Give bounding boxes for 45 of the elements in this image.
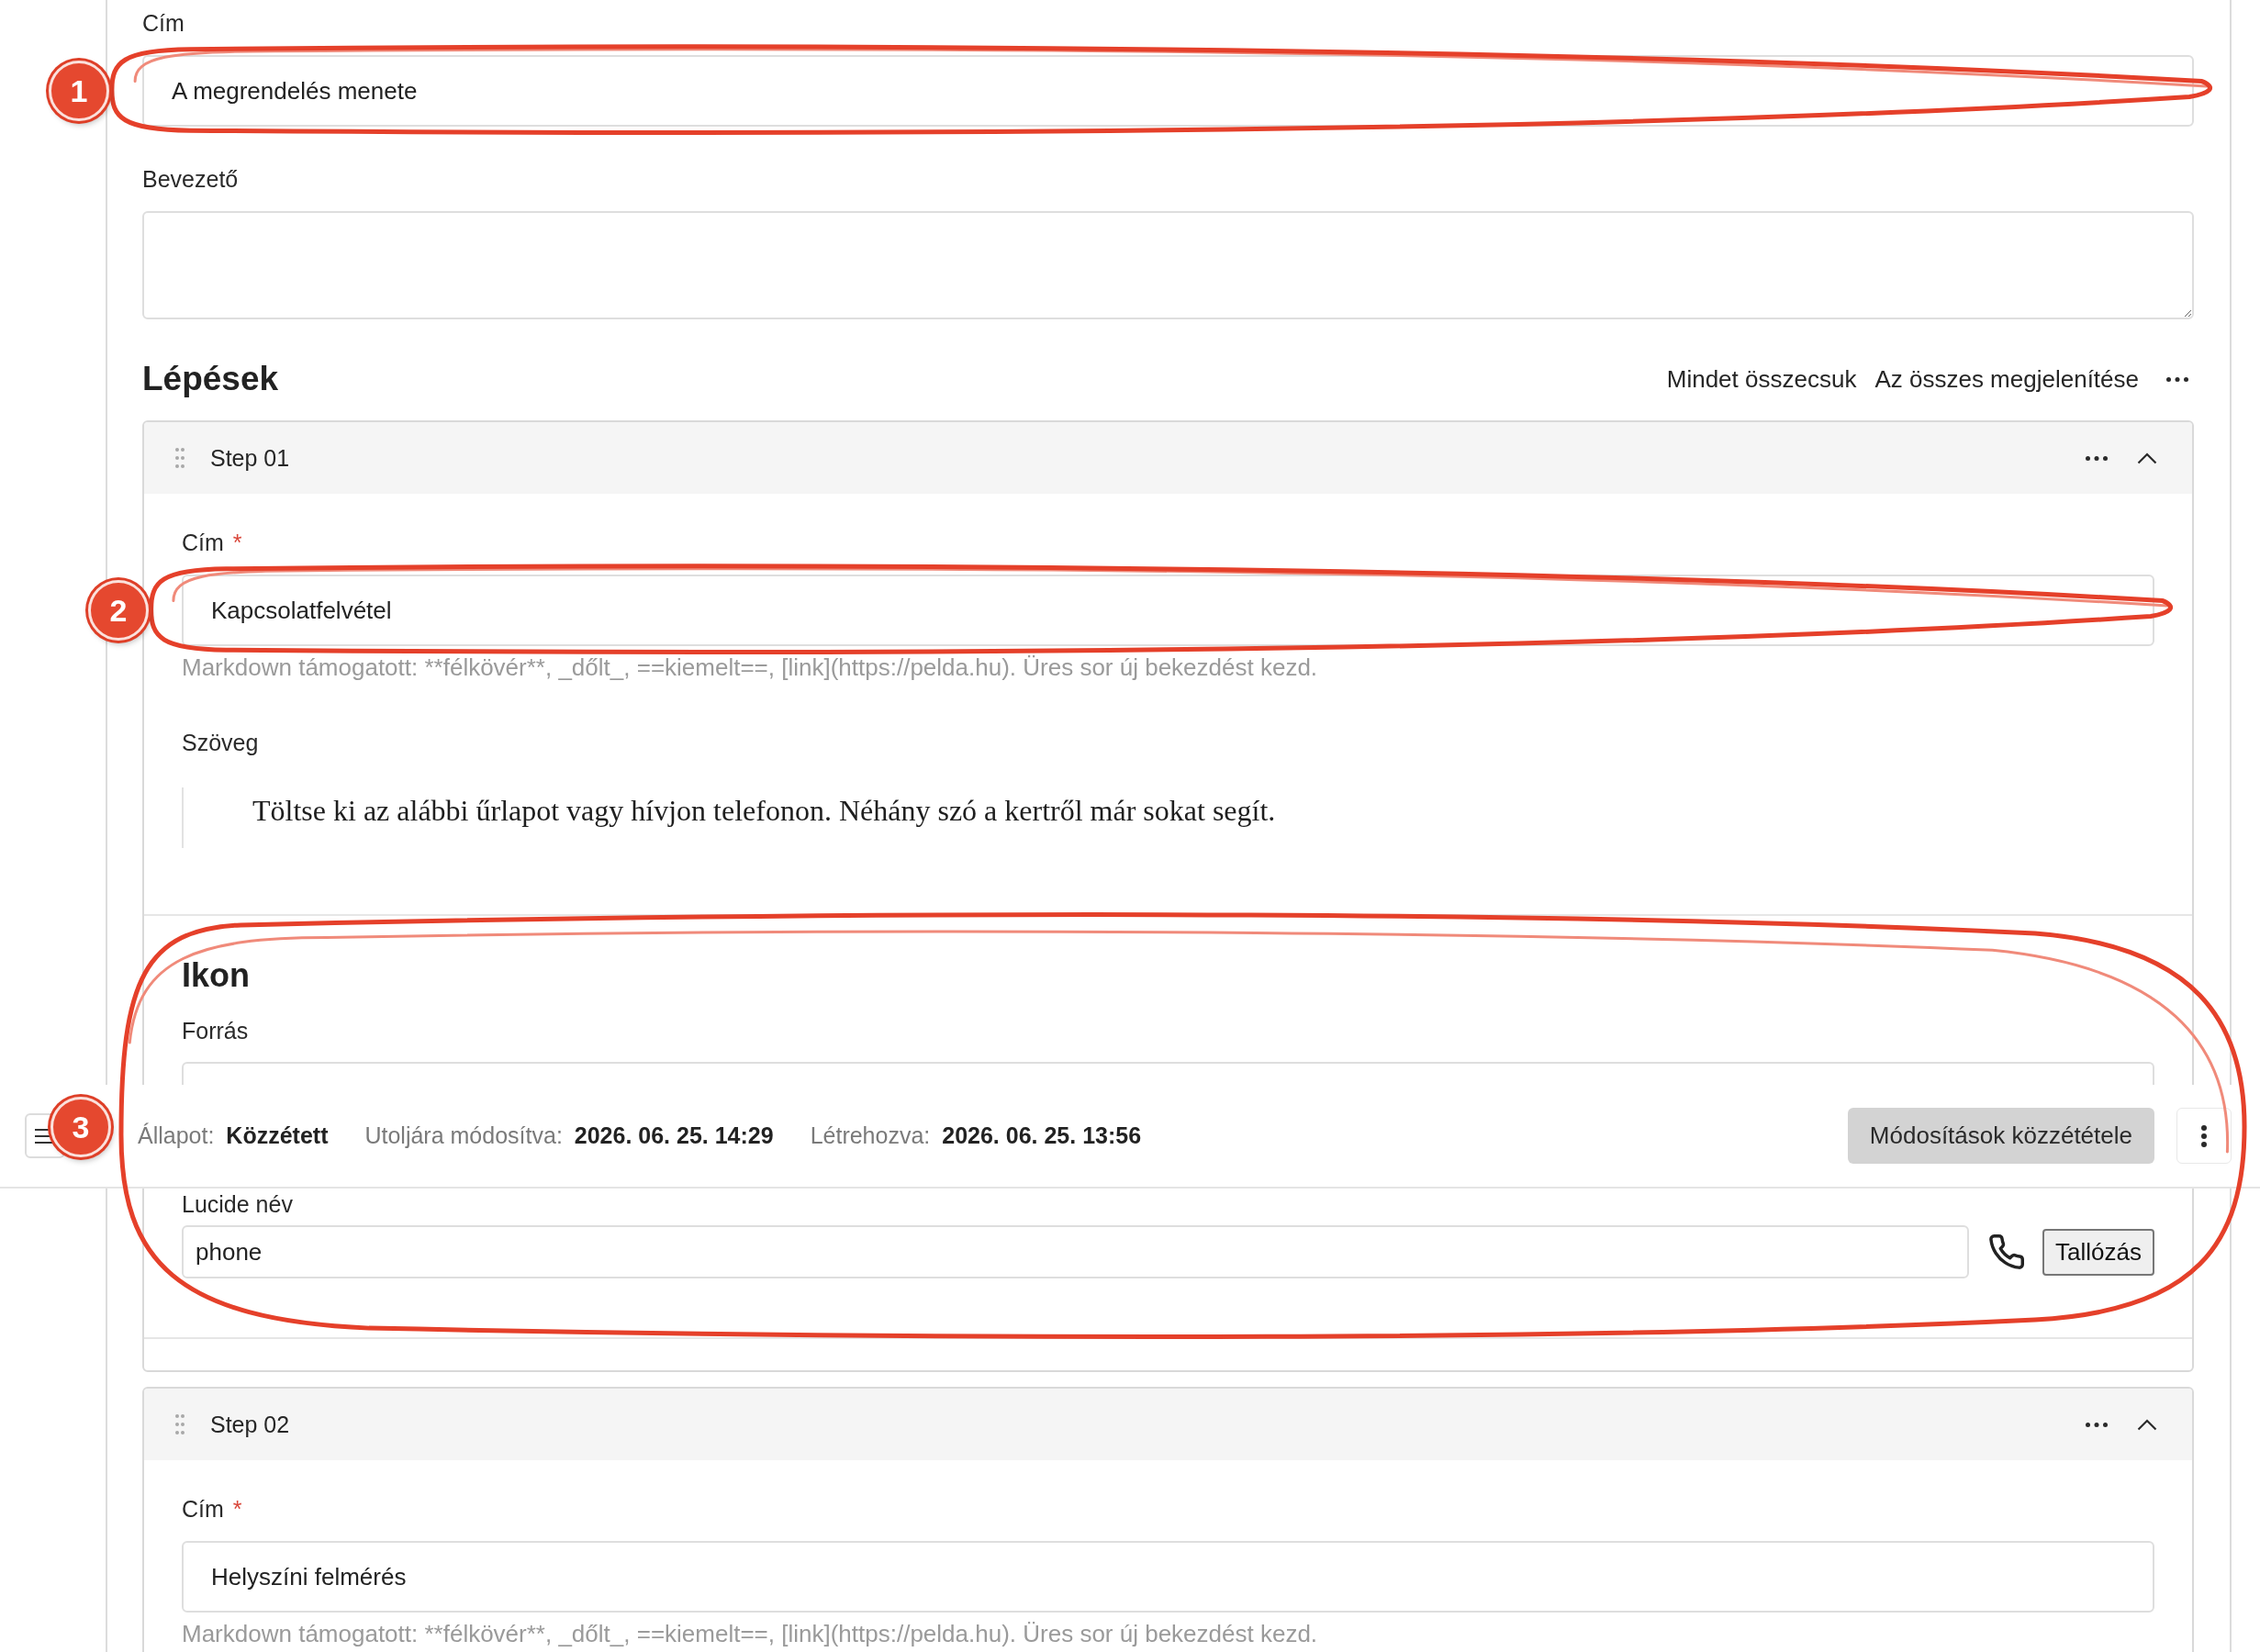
field-label: Forrás bbox=[182, 1017, 250, 1045]
header-action-button[interactable]: Mindet összecsuk bbox=[1666, 363, 1857, 395]
field-label: Cím bbox=[142, 9, 185, 38]
required-asterisk: * bbox=[232, 1495, 242, 1524]
kebab-icon bbox=[2201, 1124, 2207, 1147]
field-label: Szöveg bbox=[182, 729, 260, 757]
hint-text: Markdown támogatott: **félkövér**, _dőlt_, ==kiemelt==, [link](https://pelda.hu). Üres sor új bekezdést kezd. bbox=[182, 1620, 1319, 1647]
icon-name-input[interactable]: phone bbox=[182, 1225, 1970, 1278]
phone-icon bbox=[1989, 1234, 2025, 1269]
step-title-input[interactable]: Helyszíni felmérés bbox=[182, 1541, 2154, 1613]
publish-button[interactable]: Módosítások közzététele bbox=[1847, 1108, 2154, 1164]
more-icon[interactable] bbox=[2166, 376, 2188, 382]
annotation-marker: 2 bbox=[88, 580, 149, 641]
title-input[interactable]: A megrendelés menete bbox=[142, 55, 2194, 127]
meta-value: 2026. 06. 25. 13:56 bbox=[942, 1122, 1142, 1148]
required-asterisk: * bbox=[232, 529, 242, 557]
field-label: Lucide név bbox=[182, 1190, 294, 1219]
more-icon[interactable] bbox=[2086, 455, 2108, 461]
meta-label: Állapot: bbox=[138, 1122, 215, 1148]
meta-label: Utoljára módosítva: bbox=[364, 1122, 563, 1148]
step-title: Step 01 bbox=[210, 444, 290, 472]
drag-handle-icon[interactable] bbox=[175, 1414, 185, 1434]
step-header[interactable]: Step 02 bbox=[144, 1389, 2192, 1460]
header-action-button[interactable]: Az összes megjelenítése bbox=[1874, 363, 2139, 395]
section-heading: Ikon bbox=[182, 955, 251, 996]
step-header[interactable]: Step 01 bbox=[144, 422, 2192, 494]
field-label: Cím bbox=[182, 529, 224, 557]
chevron-icon[interactable] bbox=[2137, 1418, 2157, 1431]
more-button[interactable] bbox=[2176, 1108, 2232, 1164]
field-label: Cím bbox=[182, 1495, 224, 1524]
annotation-marker: 1 bbox=[49, 61, 109, 121]
meta-label: Létrehozva: bbox=[810, 1122, 931, 1148]
field-label: Bevezető bbox=[142, 165, 240, 194]
meta-value: 2026. 06. 25. 14:29 bbox=[574, 1122, 774, 1148]
more-icon[interactable] bbox=[2086, 1422, 2108, 1427]
source-input[interactable] bbox=[182, 1062, 2154, 1085]
step-title-input[interactable]: Kapcsolatfelvétel bbox=[182, 575, 2154, 646]
section-heading: Lépések bbox=[142, 359, 279, 399]
browse-button[interactable]: Tallózás bbox=[2042, 1228, 2154, 1276]
text-editor-field[interactable]: Töltse ki az alábbi űrlapot vagy hívjon telefonon. Néhány szó a kertről már sokat segít. bbox=[182, 787, 2154, 848]
step-title: Step 02 bbox=[210, 1411, 290, 1438]
hint-text: Markdown támogatott: **félkövér**, _dőlt_, ==kiemelt==, [link](https://pelda.hu). Üres sor új bekezdést kezd. bbox=[182, 653, 1319, 681]
meta-value: Közzétett bbox=[226, 1122, 329, 1148]
chevron-icon[interactable] bbox=[2137, 452, 2157, 464]
drag-handle-icon[interactable] bbox=[175, 448, 185, 468]
